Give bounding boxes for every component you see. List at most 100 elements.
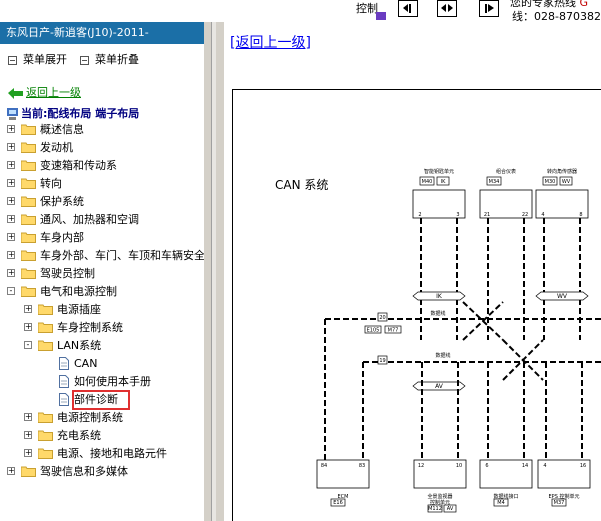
- skip-back-icon: [403, 4, 411, 13]
- data-line-label: 数据线: [430, 310, 445, 317]
- expand-toggle-icon[interactable]: +: [7, 251, 15, 259]
- tree-node-label: LAN系统: [57, 339, 102, 352]
- expand-toggle-icon[interactable]: +: [7, 197, 15, 205]
- tree-node[interactable]: + 转向: [0, 176, 204, 192]
- tree-node[interactable]: + 车身外部、车门、车顶和车辆安全: [0, 248, 204, 264]
- pin-number: 14: [522, 463, 528, 469]
- folder-icon: [20, 286, 36, 297]
- tree-node-label: 驾驶信息和多媒体: [40, 465, 128, 478]
- pin-number: 10: [456, 463, 462, 469]
- document-icon: [59, 357, 69, 370]
- back-label: 返回上一级: [26, 86, 81, 99]
- connector-code: E16: [333, 500, 343, 506]
- tree-node[interactable]: + 驾驶信息和多媒体: [0, 464, 204, 480]
- pin-code-text: WV: [562, 179, 571, 185]
- expand-toggle-icon[interactable]: +: [7, 233, 15, 241]
- tree-node[interactable]: + 车身控制系统: [0, 320, 204, 336]
- prev-next-button[interactable]: [437, 0, 457, 17]
- top-toolbar: 控制 您的专家热线 G 线：028-870382: [0, 0, 601, 23]
- tree-node[interactable]: + 电源、接地和电路元件: [0, 446, 204, 462]
- junction-number: 19: [379, 358, 385, 364]
- document-icon: [59, 393, 69, 406]
- current-location: 当前:配线布局 端子布局: [7, 105, 139, 121]
- splitter-bar: [211, 22, 216, 521]
- tree-node[interactable]: + 概述信息: [0, 122, 204, 138]
- tree-node-label: 电源、接地和电路元件: [57, 447, 167, 460]
- tree-node-label: 车身控制系统: [57, 321, 123, 334]
- control-label: 控制: [356, 2, 378, 15]
- connector-code: M40: [422, 179, 433, 185]
- tree-node[interactable]: + 电源控制系统: [0, 410, 204, 426]
- pin-number: 21: [484, 212, 490, 218]
- folder-icon: [37, 430, 53, 441]
- tree-node[interactable]: + 驾驶员控制: [0, 266, 204, 282]
- expand-toggle-icon[interactable]: +: [24, 413, 32, 421]
- unit-name: 智能钥匙单元: [424, 168, 454, 175]
- pin-number: 83: [359, 463, 365, 469]
- menu-expand-button[interactable]: 菜单展开: [8, 51, 67, 67]
- collapse-toggle-icon[interactable]: -: [24, 341, 32, 349]
- tree-node[interactable]: - LAN系统: [0, 338, 204, 354]
- expand-toggle-icon[interactable]: +: [24, 323, 32, 331]
- tree-node[interactable]: + 车身内部: [0, 230, 204, 246]
- diagram-frame: CAN 系统 智能钥匙单元 M40 IK 2 3 组合仪表 M34 21 22 转向角传感器 M30…: [232, 89, 601, 521]
- pin-number: 6: [485, 463, 488, 469]
- control-indicator: [376, 12, 386, 20]
- tree-node-label: 电气和电源控制: [40, 285, 117, 298]
- expand-toggle-icon[interactable]: +: [7, 161, 15, 169]
- expand-toggle-icon[interactable]: +: [24, 431, 32, 439]
- computer-icon: [7, 107, 18, 120]
- tree-node-label: 变速箱和传动系: [40, 159, 117, 172]
- pane-title: 东风日产-新逍客(J10)-2011-: [0, 22, 204, 44]
- connector-code: M34: [489, 179, 500, 185]
- menu-collapse-icon: [80, 55, 89, 65]
- current-label: 当前:配线布局 端子布局: [21, 107, 140, 120]
- pin-number: 8: [579, 212, 582, 218]
- bus-label-text: AV: [435, 383, 444, 390]
- menu-expand-label: 菜单展开: [23, 53, 67, 66]
- expand-toggle-icon[interactable]: +: [7, 143, 15, 151]
- tree-node-label: 充电系统: [57, 429, 101, 442]
- expand-toggle-icon[interactable]: +: [7, 125, 15, 133]
- tree-node[interactable]: + 发动机: [0, 140, 204, 156]
- tree-node[interactable]: + 充电系统: [0, 428, 204, 444]
- tree-node[interactable]: 如何使用本手册: [0, 374, 204, 390]
- connector-code: M77: [388, 328, 399, 334]
- expand-toggle-icon[interactable]: +: [24, 449, 32, 457]
- folder-icon: [20, 142, 36, 153]
- can-system-diagram: 智能钥匙单元M40 IK2 3组合仪表M3421 22转向角传感器M30 WV4 8IK W…: [316, 168, 601, 513]
- folder-icon: [20, 466, 36, 477]
- tree-node-label: 转向: [40, 177, 62, 190]
- content-back-link[interactable]: [返回上一级]: [230, 32, 311, 52]
- tree-node[interactable]: + 变速箱和传动系: [0, 158, 204, 174]
- connector-code: M37: [554, 500, 565, 506]
- tree-node[interactable]: + 电源插座: [0, 302, 204, 318]
- tree-node[interactable]: CAN: [0, 356, 204, 372]
- back-link[interactable]: 返回上一级: [8, 84, 81, 100]
- expand-toggle-icon[interactable]: +: [7, 179, 15, 187]
- tree-node[interactable]: - 电气和电源控制: [0, 284, 204, 300]
- folder-icon: [20, 160, 36, 171]
- expand-toggle-icon[interactable]: +: [7, 215, 15, 223]
- content-pane: [返回上一级] CAN 系统 智能钥匙单元 M40 IK 2 3 组合仪表 M34 21 22 转…: [224, 22, 601, 521]
- junction-number: 20: [379, 315, 385, 321]
- first-page-button[interactable]: [398, 0, 418, 17]
- tree-node-label: 车身外部、车门、车顶和车辆安全: [40, 249, 204, 262]
- tree-node[interactable]: + 通风、加热器和空调: [0, 212, 204, 228]
- tree-node[interactable]: + 保护系统: [0, 194, 204, 210]
- pin-number: 22: [522, 212, 528, 218]
- back-arrow-icon: [8, 87, 23, 99]
- last-page-button[interactable]: [479, 0, 499, 17]
- folder-icon: [37, 412, 53, 423]
- content-back-label: [返回上一级]: [230, 35, 311, 51]
- expand-toggle-icon[interactable]: +: [7, 467, 15, 475]
- expand-toggle-icon[interactable]: +: [24, 305, 32, 313]
- menu-collapse-button[interactable]: 菜单折叠: [80, 51, 139, 67]
- collapse-toggle-icon[interactable]: -: [7, 287, 15, 295]
- tree-node[interactable]: 部件诊断: [0, 390, 204, 410]
- folder-icon: [20, 250, 36, 261]
- folder-icon: [20, 268, 36, 279]
- folder-icon: [20, 232, 36, 243]
- pane-splitter[interactable]: [204, 22, 224, 521]
- expand-toggle-icon[interactable]: +: [7, 269, 15, 277]
